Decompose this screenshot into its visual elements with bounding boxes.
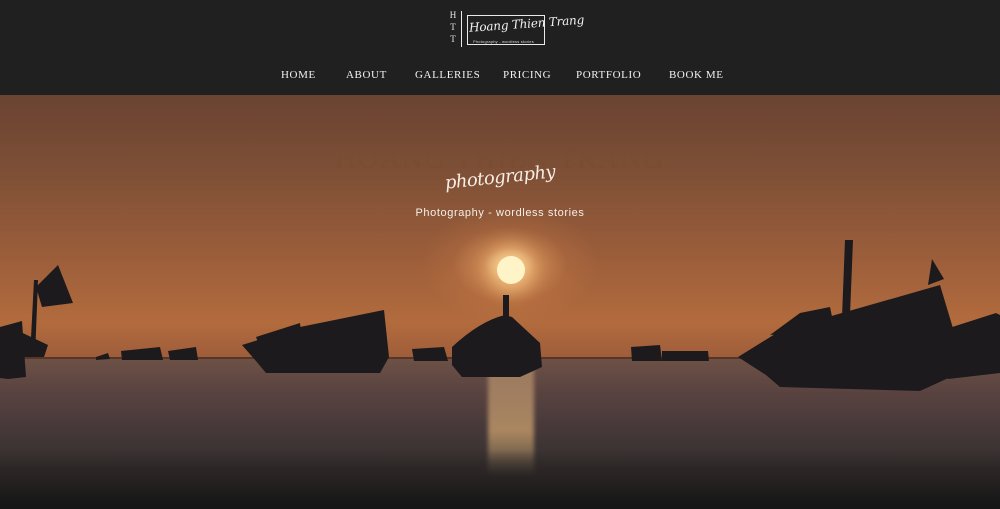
logo-monogram: H T T <box>447 9 459 49</box>
logo-letter-t1: T <box>450 22 456 32</box>
logo-divider <box>461 11 462 47</box>
main-nav: HOME ABOUT GALLERIES PRICING PORTFOLIO B… <box>0 69 1000 83</box>
boat-distant-3 <box>168 347 198 360</box>
hero-banner: HOANG THIEN TRANG photography Photograph… <box>0 95 1000 509</box>
boat-right-flag <box>928 259 944 285</box>
boat-far-right <box>946 313 1000 379</box>
hero-tagline: Photography - wordless stories <box>415 207 585 219</box>
nav-galleries[interactable]: GALLERIES <box>415 69 480 81</box>
boat-distant-1 <box>96 353 110 360</box>
nav-home[interactable]: HOME <box>281 69 316 81</box>
boat-distant-2 <box>121 347 163 360</box>
nav-portfolio[interactable]: PORTFOLIO <box>576 69 641 81</box>
logo-tagline: Photography - wordless stories <box>473 39 534 44</box>
nav-about[interactable]: ABOUT <box>346 69 387 81</box>
logo-letter-t2: T <box>450 34 456 44</box>
nav-pricing[interactable]: PRICING <box>503 69 551 81</box>
boat-right-mast <box>842 240 853 317</box>
boat-left-shadow <box>10 327 48 357</box>
site-logo[interactable]: H T T Hoang Thien Trang Photography - wo… <box>447 9 585 49</box>
boat-center <box>452 315 542 377</box>
foreground-waves <box>0 450 1000 509</box>
boat-distant-5 <box>631 345 662 361</box>
logo-letter-h: H <box>449 10 457 20</box>
boat-distant-6 <box>662 351 709 361</box>
site-header: H T T Hoang Thien Trang Photography - wo… <box>0 0 1000 95</box>
boat-right-cabin <box>770 307 835 335</box>
boat-center-mast <box>503 295 509 317</box>
boat-distant-4 <box>412 347 448 361</box>
nav-book-me[interactable]: BOOK ME <box>669 69 724 81</box>
